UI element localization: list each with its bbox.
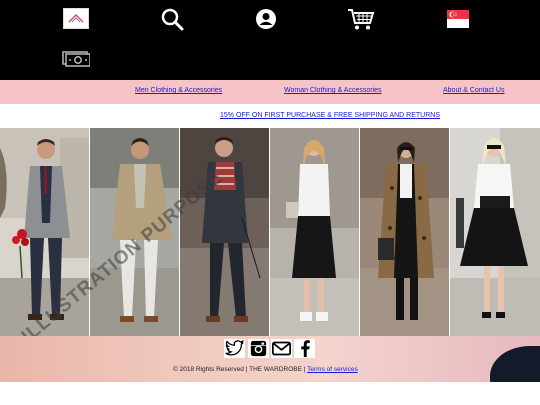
copyright-text: © 2018 Rights Reserved | THE WARDROBE | …	[173, 366, 358, 373]
hero-photo-1	[0, 128, 89, 336]
logo-icon[interactable]	[63, 8, 89, 29]
terms-link[interactable]: Terms of services	[307, 366, 358, 373]
cart-icon[interactable]	[346, 6, 376, 32]
instagram-icon[interactable]	[248, 339, 269, 358]
main-nav: Men Clothing & Accessories Woman Clothin…	[0, 80, 540, 104]
nav-link-about[interactable]: About & Contact Us	[443, 87, 504, 94]
facebook-icon[interactable]	[294, 339, 315, 358]
singapore-flag-icon[interactable]	[447, 9, 469, 29]
promo-link[interactable]: 15% OFF ON FIRST PURCHASE & FREE SHIPPIN…	[220, 112, 440, 119]
hero-photo-5	[360, 128, 449, 336]
copyright-label: © 2018 Rights Reserved | THE WARDROBE |	[173, 366, 308, 373]
nav-link-men[interactable]: Men Clothing & Accessories	[135, 87, 222, 94]
page: Men Clothing & Accessories Woman Clothin…	[0, 0, 540, 405]
search-icon[interactable]	[159, 6, 185, 32]
account-icon[interactable]	[254, 7, 278, 31]
hero-photo-3	[180, 128, 269, 336]
hero-collage: FOR ILLUSTRATION PURPOSE	[0, 128, 540, 336]
promo-bar: 15% OFF ON FIRST PURCHASE & FREE SHIPPIN…	[0, 104, 540, 128]
hero-photo-4	[270, 128, 359, 336]
twitter-icon[interactable]	[224, 339, 245, 358]
hero-photo-6	[450, 128, 540, 336]
site-header	[0, 0, 540, 80]
hero-photo-2	[90, 128, 179, 336]
mail-icon[interactable]	[271, 339, 292, 358]
currency-icon[interactable]	[62, 50, 90, 67]
footer-decoration	[490, 346, 540, 382]
nav-link-women[interactable]: Woman Clothing & Accessories	[284, 87, 382, 94]
site-footer: © 2018 Rights Reserved | THE WARDROBE | …	[0, 336, 540, 382]
